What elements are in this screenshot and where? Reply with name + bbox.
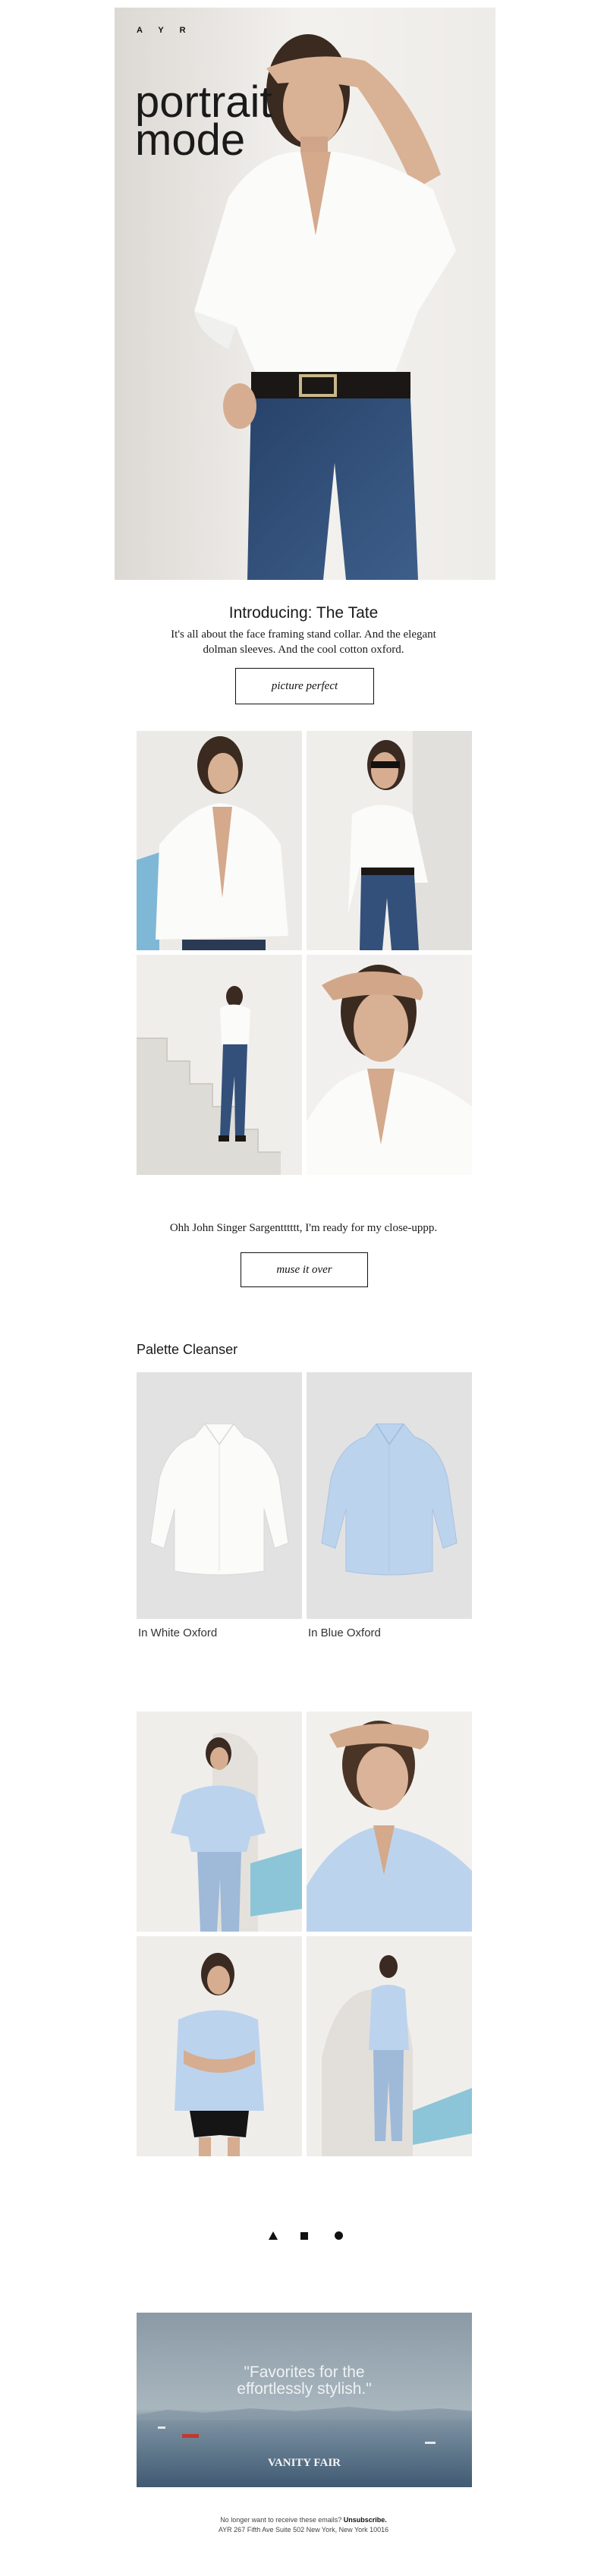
- footer: No longer want to receive these emails? …: [0, 2515, 607, 2535]
- footer-unsubscribe-prefix: No longer want to receive these emails?: [220, 2516, 344, 2524]
- intro-body-line1: It's all about the face framing stand co…: [171, 628, 436, 641]
- press-quote-line2: effortlessly stylish.": [237, 2380, 372, 2398]
- brand-logo[interactable]: A Y R: [137, 26, 193, 35]
- tate-photo-4[interactable]: [307, 955, 472, 1175]
- blue-photo-2[interactable]: [307, 1712, 472, 1932]
- unsubscribe-link[interactable]: Unsubscribe.: [344, 2516, 387, 2524]
- blue-photo-1[interactable]: [137, 1712, 302, 1932]
- tate-photo-2[interactable]: [307, 731, 472, 950]
- press-quote-line1: "Favorites for the: [244, 2363, 365, 2381]
- white-oxford-label[interactable]: In White Oxford: [138, 1627, 217, 1639]
- blue-oxford-label[interactable]: In Blue Oxford: [308, 1627, 381, 1639]
- hero-headline-line2: mode: [135, 115, 246, 165]
- hero-headline: portrait mode: [135, 80, 272, 165]
- vanity-fair-logo: VANITY FAIR: [268, 2457, 341, 2469]
- triangle-icon: [269, 2231, 278, 2240]
- intro-title: Introducing: The Tate: [228, 604, 379, 622]
- tate-photo-1[interactable]: [137, 731, 302, 950]
- footer-unsubscribe-line: No longer want to receive these emails? …: [0, 2515, 607, 2525]
- blue-photo-3[interactable]: [137, 1936, 302, 2156]
- intro-body: It's all about the face framing stand co…: [0, 627, 607, 657]
- grid1-caption: Ohh John Singer Sargentttttt, I'm ready …: [169, 1222, 438, 1234]
- white-oxford-product-image[interactable]: [137, 1372, 302, 1619]
- tate-photo-3[interactable]: [137, 955, 302, 1175]
- palette-title: Palette Cleanser: [137, 1342, 238, 1357]
- blue-photo-4[interactable]: [307, 1936, 472, 2156]
- blue-oxford-product-image[interactable]: [307, 1372, 472, 1619]
- footer-address: AYR 267 Fifth Ave Suite 502 New York, Ne…: [218, 2526, 389, 2533]
- picture-perfect-button[interactable]: picture perfect: [235, 668, 374, 704]
- circle-icon: [335, 2231, 343, 2240]
- square-icon: [300, 2232, 308, 2240]
- intro-body-line2: dolman sleeves. And the cool cotton oxfo…: [203, 644, 404, 656]
- press-quote: "Favorites for the effortlessly stylish.…: [137, 2364, 472, 2398]
- muse-it-over-button[interactable]: muse it over: [241, 1252, 368, 1287]
